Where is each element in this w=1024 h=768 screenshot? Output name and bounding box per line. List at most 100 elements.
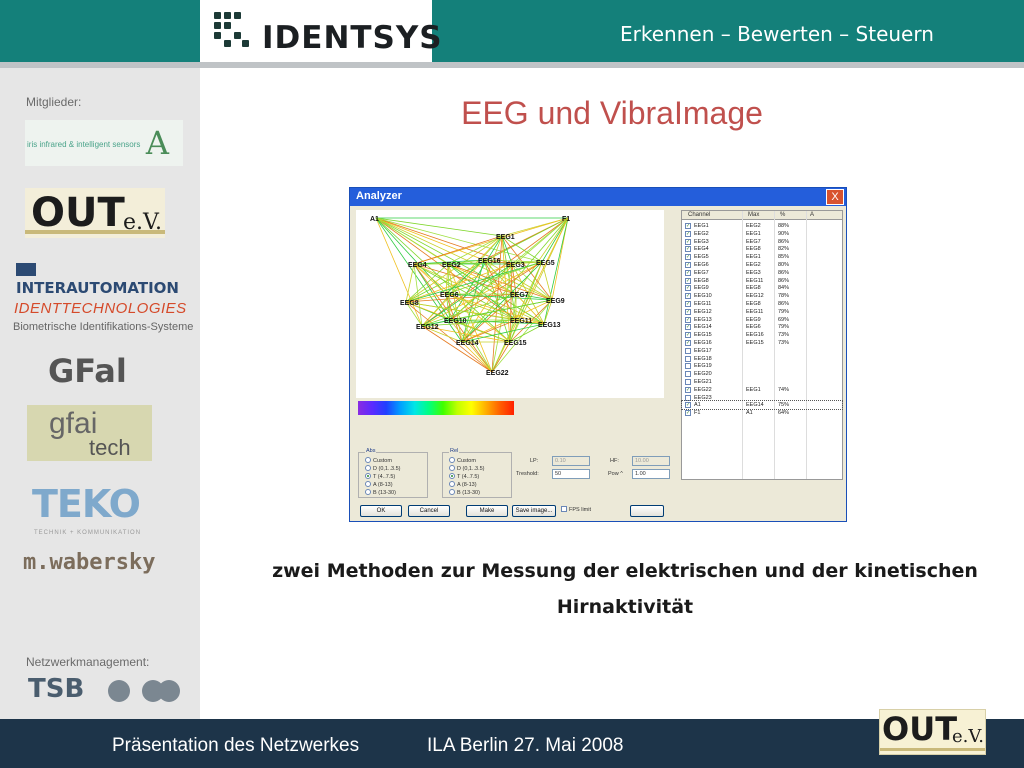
graph-edge (375, 217, 517, 321)
channel-percent: 86% (778, 277, 790, 284)
channel-name: EEG12 (694, 308, 712, 315)
channel-checkbox[interactable]: ✓ (685, 410, 691, 417)
channel-checkbox[interactable]: ✓ (685, 269, 691, 276)
abs-radio-a[interactable]: A (8-13) (365, 481, 393, 488)
channel-list[interactable]: Channel Max % A ✓ EEG1 EEG2 88% ✓ EEG2 EEG1 90%… (681, 210, 843, 480)
channel-name: EEG4 (694, 246, 709, 253)
channel-name: EEG9 (694, 285, 709, 292)
gfai-tech-logo: gfai tech (27, 405, 152, 461)
channel-row[interactable]: ✓ EEG6 EEG2 80% (682, 261, 842, 269)
abs-radio-d[interactable]: D (0,1..3.5) (365, 465, 401, 472)
channel-checkbox[interactable]: ✓ (685, 301, 691, 307)
graph-node-label: EEG12 (416, 324, 439, 331)
channel-row[interactable]: ✓ A1 EEG14 75% (681, 400, 843, 411)
channel-row[interactable]: EEG20 (682, 370, 842, 378)
channel-checkbox[interactable]: ✓ (685, 254, 691, 261)
rel-radio-a[interactable]: A (8-13) (449, 481, 477, 488)
channel-name: EEG14 (694, 324, 712, 331)
lp-input[interactable]: 0.10 (552, 456, 590, 466)
channel-checkbox[interactable]: ✓ (685, 285, 691, 292)
channel-row[interactable]: EEG19 (682, 362, 842, 370)
teko-logo: TEKO (32, 482, 141, 526)
graph-node-label: EEG10 (444, 318, 467, 325)
logo-dots-icon (214, 12, 250, 48)
cancel-button[interactable]: Cancel (408, 505, 450, 517)
identtechnologies-subtitle: Biometrische Identifikations-Systeme (13, 321, 194, 333)
channel-max: EEG1 (746, 230, 761, 237)
channel-row[interactable]: EEG21 (682, 378, 842, 386)
channel-row[interactable]: ✓ EEG15 EEG16 73% (682, 331, 842, 339)
channel-row[interactable]: ✓ EEG3 EEG7 86% (682, 238, 842, 246)
channel-max: EEG11 (746, 308, 764, 315)
threshold-input[interactable]: 50 (552, 469, 590, 479)
channel-row[interactable]: ✓ EEG11 EEG8 86% (682, 300, 842, 308)
lp-label: LP: (530, 458, 539, 464)
channel-checkbox[interactable] (685, 371, 691, 378)
wabersky-logo: m.wabersky (23, 550, 156, 575)
channel-name: EEG1 (694, 223, 709, 229)
channel-max: EEG11 (746, 277, 764, 284)
channel-row[interactable]: ✓ EEG2 EEG1 90% (682, 230, 842, 238)
fps-limit-checkbox[interactable]: FPS limit (561, 506, 591, 513)
channel-row[interactable]: ✓ EEG4 EEG8 82% (682, 245, 842, 253)
rel-radio-custom[interactable]: Custom (449, 457, 476, 464)
channel-max: EEG2 (746, 262, 761, 268)
channel-checkbox[interactable]: ✓ (685, 277, 691, 284)
save-image-button[interactable]: Save image... (512, 505, 556, 517)
channel-max: EEG2 (746, 223, 761, 229)
channel-row[interactable]: ✓ EEG8 EEG11 86% (682, 277, 842, 285)
channel-checkbox[interactable]: ✓ (685, 238, 691, 245)
channel-row[interactable]: ✓ EEG9 EEG8 84% (682, 284, 842, 292)
rel-radio-d[interactable]: D (0,1..3.5) (449, 465, 485, 472)
channel-checkbox[interactable]: ✓ (685, 386, 691, 393)
rel-radio-t[interactable]: T (4..7.5) (449, 473, 479, 480)
channel-row[interactable]: EEG17 (682, 347, 842, 355)
channel-row[interactable]: ✓ EEG5 EEG1 85% (682, 253, 842, 261)
channel-checkbox[interactable]: ✓ (685, 308, 691, 315)
channel-row[interactable]: ✓ EEG16 EEG15 73% (682, 339, 842, 347)
pow-input[interactable]: 1.00 (632, 469, 670, 479)
ok-button[interactable]: OK (360, 505, 402, 517)
channel-name: EEG20 (694, 371, 712, 378)
channel-checkbox[interactable]: ✓ (685, 324, 691, 331)
make-button[interactable]: Make (466, 505, 508, 517)
channel-name: EEG7 (694, 269, 709, 276)
channel-row[interactable]: ✓ EEG7 EEG3 86% (682, 269, 842, 277)
channel-checkbox[interactable]: ✓ (685, 316, 691, 323)
channel-row[interactable]: ✓ EEG22 EEG1 74% (682, 386, 842, 394)
channel-checkbox[interactable]: ✓ (685, 223, 691, 229)
channel-row[interactable]: ✓ EEG14 EEG6 79% (682, 323, 842, 331)
channel-checkbox[interactable] (685, 363, 691, 370)
channel-percent: 69% (778, 316, 790, 323)
eeg-graph-svg: A1 F1 EEG1 EEG4 EEG2 EEG16 EEG3 EEG5 EEG8 EEG6 EEG… (370, 216, 570, 377)
hp-input[interactable]: 10.00 (632, 456, 670, 466)
channel-row[interactable]: ✓ EEG10 EEG12 78% (682, 292, 842, 300)
iris-logo-text: iris infrared & intelligent sensors (27, 140, 141, 149)
channel-row[interactable]: EEG23 (682, 394, 842, 402)
channel-row[interactable]: ✓ EEG12 EEG11 79% (682, 308, 842, 316)
channel-checkbox[interactable]: ✓ (685, 246, 691, 253)
channel-checkbox[interactable]: ✓ (685, 340, 691, 346)
members-label: Mitglieder: (26, 95, 82, 109)
channel-checkbox[interactable]: ✓ (685, 332, 691, 339)
abs-radio-b[interactable]: B (13-30) (365, 489, 396, 496)
channel-checkbox[interactable]: ✓ (685, 262, 691, 268)
channel-percent: 90% (778, 230, 790, 237)
channel-checkbox[interactable] (685, 379, 691, 385)
rel-radio-b[interactable]: B (13-30) (449, 489, 480, 496)
channel-row[interactable]: ✓ F1 A1 64% (682, 409, 842, 417)
network-label: Netzwerkmanagement: (26, 655, 150, 669)
channel-row[interactable]: EEG18 (682, 355, 842, 363)
abs-radio-t[interactable]: T (4..7.5) (365, 473, 395, 480)
graph-node-label: EEG13 (538, 322, 561, 329)
channel-checkbox[interactable]: ✓ (685, 293, 691, 300)
abs-radio-custom[interactable]: Custom (365, 457, 392, 464)
channel-row[interactable]: ✓ EEG13 EEG9 69% (682, 316, 842, 324)
channel-checkbox[interactable] (685, 394, 691, 401)
channel-checkbox[interactable]: ✓ (685, 230, 691, 237)
close-icon[interactable]: X (826, 189, 844, 205)
channel-checkbox[interactable] (685, 347, 691, 354)
channel-checkbox[interactable]: ✓ (685, 402, 691, 409)
channel-row[interactable]: ✓ EEG1 EEG2 88% (682, 222, 842, 230)
channel-checkbox[interactable] (685, 355, 691, 362)
